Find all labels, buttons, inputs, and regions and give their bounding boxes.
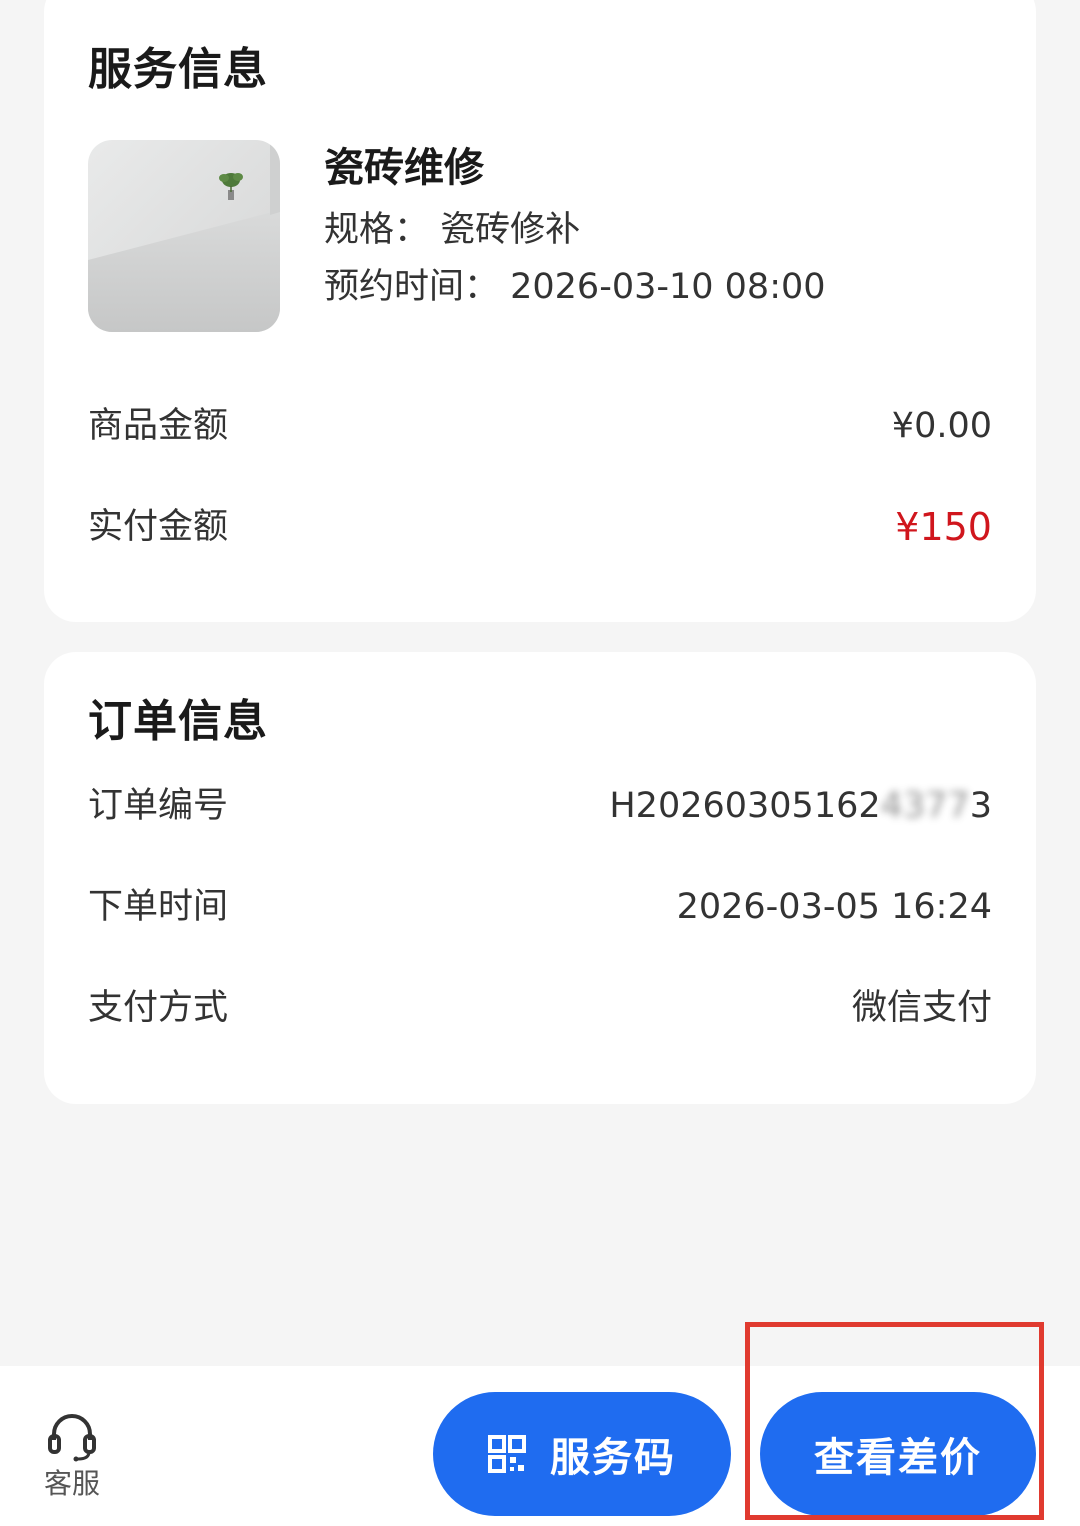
paid-amount-label: 实付金额 bbox=[88, 507, 229, 547]
pay-method-label: 支付方式 bbox=[88, 988, 229, 1028]
room-photo-icon bbox=[88, 140, 280, 332]
order-info-title: 订单信息 bbox=[88, 696, 268, 747]
qr-code-icon bbox=[488, 1435, 526, 1473]
goods-amount-label: 商品金额 bbox=[88, 406, 229, 446]
order-time-label: 下单时间 bbox=[88, 887, 229, 927]
customer-service-button[interactable]: 客服 bbox=[36, 1410, 108, 1498]
service-code-button[interactable]: 服务码 bbox=[433, 1392, 731, 1516]
service-info-card: 服务信息 瓷砖维修 规格： 瓷砖修补 预约时间： 2026-03-10 08:0… bbox=[44, 0, 1036, 622]
order-number-tail: 3 bbox=[969, 786, 992, 826]
service-spec: 规格： 瓷砖修补 bbox=[324, 210, 581, 250]
pay-method-value: 微信支付 bbox=[851, 988, 992, 1028]
headset-icon bbox=[48, 1414, 96, 1462]
paid-amount-value: ¥150 bbox=[895, 505, 992, 549]
order-number-obscured: 4377 bbox=[880, 786, 970, 826]
customer-service-label: 客服 bbox=[43, 1467, 100, 1500]
order-number-value[interactable]: H2026030516243773 bbox=[609, 789, 992, 824]
order-time-value: 2026-03-05 16:24 bbox=[676, 887, 992, 927]
order-number-label: 订单编号 bbox=[88, 786, 229, 826]
goods-amount-value: ¥0.00 bbox=[891, 406, 992, 446]
service-thumbnail bbox=[88, 140, 280, 332]
order-info-card: 订单信息 订单编号 H2026030516243773 下单时间 2026-03… bbox=[44, 652, 1036, 1104]
service-code-label: 服务码 bbox=[550, 1435, 676, 1481]
appointment-time: 预约时间： 2026-03-10 08:00 bbox=[324, 267, 826, 307]
service-name: 瓷砖维修 bbox=[324, 145, 484, 191]
service-info-title: 服务信息 bbox=[88, 44, 268, 95]
order-number-visible: H20260305162 bbox=[609, 786, 881, 826]
highlight-annotation-box bbox=[745, 1322, 1044, 1520]
